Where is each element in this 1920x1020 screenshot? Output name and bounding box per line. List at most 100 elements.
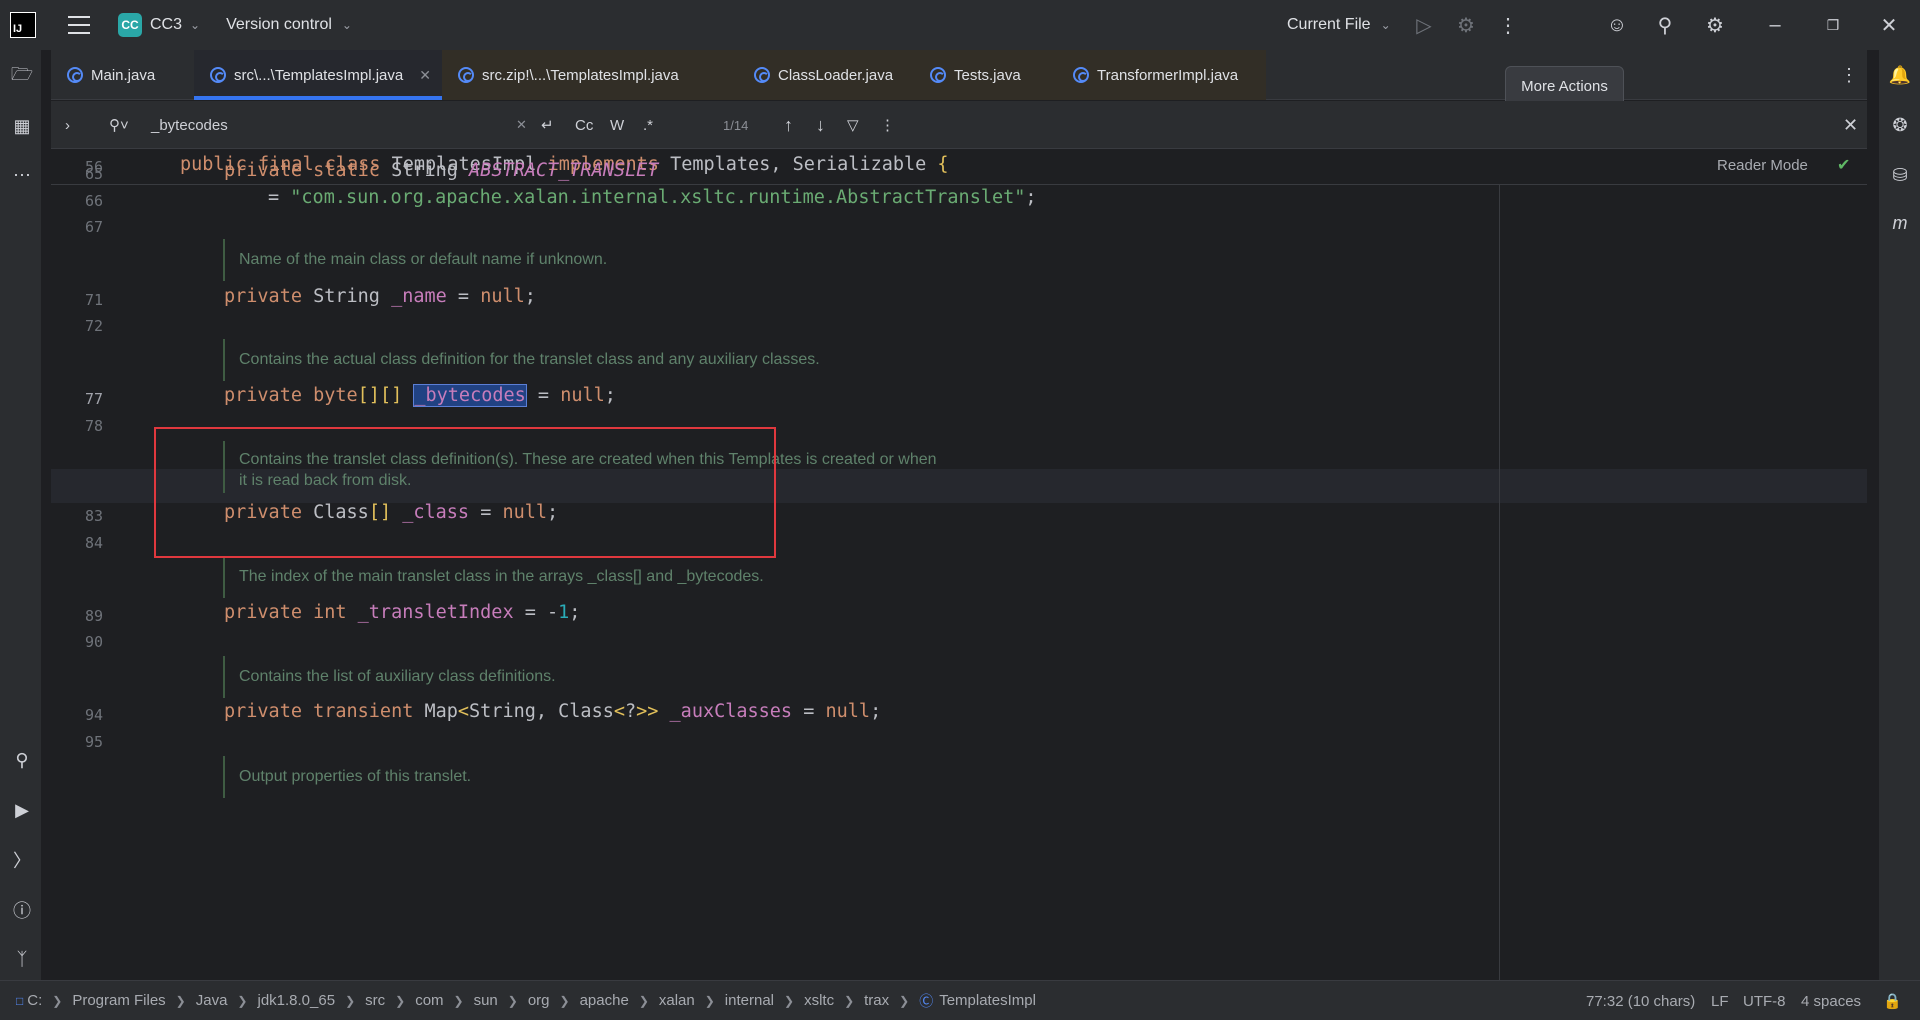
vcs-selector[interactable]: Version control ⌄	[226, 16, 352, 34]
find-input[interactable]: _bytecodes	[151, 101, 431, 149]
notifications-icon[interactable]: 🔔	[1887, 62, 1913, 88]
drive-icon: □	[16, 993, 24, 1008]
line-number: 89	[84, 607, 103, 625]
line-number: 72	[84, 317, 103, 335]
tab-label: src.zip!\...\TemplatesImpl.java	[482, 66, 679, 84]
settings-icon[interactable]: ⚙	[1702, 12, 1728, 38]
java-class-icon	[930, 67, 946, 83]
match-case-toggle[interactable]: Cc	[575, 101, 593, 149]
chevron-right-icon: ❯	[175, 993, 186, 1008]
find-more-icon[interactable]: ⋮	[880, 101, 895, 149]
breadcrumb-item[interactable]: com	[415, 992, 443, 1009]
ai-assistant-icon[interactable]: ❂	[1887, 112, 1913, 138]
more-tools-icon[interactable]: ⋯	[9, 162, 35, 188]
chevron-right-icon: ❯	[52, 993, 63, 1008]
chevron-right-icon: ❯	[345, 993, 356, 1008]
intellij-logo-icon[interactable]: IJ	[10, 12, 36, 38]
line-separator[interactable]: LF	[1711, 981, 1729, 1020]
main-menu-icon[interactable]	[68, 16, 90, 34]
next-match-icon[interactable]: ↓	[816, 101, 825, 149]
right-margin-guide	[1499, 185, 1500, 980]
chevron-right-icon: ❯	[844, 993, 855, 1008]
find-bar: › ⚲˅ _bytecodes ✕ ↵ Cc W .* 1/14 ↑ ↓ ▽ ⋮…	[51, 101, 1867, 149]
run-config-selector[interactable]: Current File ⌄	[1287, 0, 1391, 50]
debug-icon[interactable]: ⚙	[1453, 12, 1479, 38]
doc-comment: Contains the list of auxiliary class def…	[223, 656, 556, 698]
more-actions-icon[interactable]: ⋮	[1495, 12, 1521, 38]
breadcrumb-item[interactable]: trax	[864, 992, 889, 1009]
whole-words-toggle[interactable]: W	[610, 101, 624, 149]
readonly-lock-icon[interactable]: 🔒	[1883, 981, 1902, 1020]
breadcrumb-item[interactable]: org	[528, 992, 550, 1009]
maven-icon[interactable]: m	[1887, 210, 1913, 236]
expand-replace-chevron-icon[interactable]: ›	[65, 101, 70, 149]
services-icon[interactable]: ▶	[9, 797, 35, 823]
filter-icon[interactable]: ▽	[847, 101, 859, 149]
add-user-icon[interactable]: ☺	[1604, 12, 1630, 38]
code-line: = "com.sun.org.apache.xalan.internal.xsl…	[268, 187, 1037, 208]
new-line-icon[interactable]: ↵	[541, 101, 554, 149]
line-number: 84	[84, 534, 103, 552]
status-bar: □ C: ❯ Program Files ❯ Java ❯ jdk1.8.0_6…	[0, 980, 1920, 1020]
line-number: 95	[84, 733, 103, 751]
tab-label: src\...\TemplatesImpl.java	[234, 66, 404, 84]
tab-classloader[interactable]: ClassLoader.java	[728, 50, 914, 100]
highlight-annotation-box	[154, 427, 776, 558]
breadcrumb-item[interactable]: Java	[196, 992, 228, 1009]
breadcrumb-item[interactable]: C:	[27, 992, 42, 1009]
chevron-right-icon: ❯	[559, 993, 570, 1008]
chevron-right-icon: ❯	[395, 993, 406, 1008]
restore-icon[interactable]: ❐	[1820, 12, 1846, 38]
vcs-label: Version control	[226, 16, 332, 33]
tab-tests[interactable]: Tests.java	[914, 50, 1055, 100]
structure-icon[interactable]: ▦	[9, 113, 35, 139]
tab-main-java[interactable]: Main.java	[51, 50, 194, 100]
indent-setting[interactable]: 4 spaces	[1801, 981, 1861, 1020]
java-class-icon	[210, 67, 226, 83]
breadcrumb-item[interactable]: TemplatesImpl	[939, 992, 1036, 1009]
caret-position[interactable]: 77:32 (10 chars)	[1586, 981, 1695, 1020]
line-number: 94	[84, 706, 103, 724]
inspection-ok-icon[interactable]: ✔	[1837, 155, 1850, 175]
terminal-icon[interactable]: 〉	[9, 847, 35, 873]
search-history-icon[interactable]: ⚲˅	[109, 101, 129, 149]
file-encoding[interactable]: UTF-8	[1743, 981, 1786, 1020]
line-number: 83	[84, 507, 103, 525]
tabs-more-icon[interactable]: ⋮	[1837, 50, 1861, 100]
search-icon[interactable]: ⚲	[1652, 12, 1678, 38]
breadcrumb-item[interactable]: Program Files	[72, 992, 165, 1009]
minimize-icon[interactable]: –	[1762, 12, 1788, 38]
right-tool-window-bar: 🔔 ❂ ⛁ m	[1878, 50, 1920, 980]
project-folder-icon[interactable]: 🗁	[9, 64, 35, 90]
breadcrumb-item[interactable]: apache	[580, 992, 629, 1009]
code-editor[interactable]: 56 public final class TemplatesImpl impl…	[51, 149, 1867, 980]
close-icon[interactable]: ✕	[1876, 12, 1902, 38]
git-icon[interactable]: ᛉ	[9, 946, 35, 972]
breadcrumb-item[interactable]: src	[365, 992, 385, 1009]
tab-templatesimpl-src[interactable]: src\...\TemplatesImpl.java ✕	[194, 50, 442, 100]
project-selector[interactable]: CC CC3 ⌄	[118, 13, 200, 37]
find-icon[interactable]: ⚲	[9, 747, 35, 773]
java-class-icon	[1073, 67, 1089, 83]
chevron-right-icon: ❯	[784, 993, 795, 1008]
tab-transformerimpl[interactable]: TransformerImpl.java	[1055, 50, 1266, 100]
run-config-label: Current File	[1287, 16, 1371, 33]
code-line: private static String ABSTRACT_TRANSLET	[224, 160, 659, 181]
problems-icon[interactable]: ⓘ	[9, 897, 35, 923]
regex-toggle[interactable]: .*	[643, 101, 653, 149]
database-icon[interactable]: ⛁	[1887, 162, 1913, 188]
breadcrumb-item[interactable]: internal	[725, 992, 774, 1009]
previous-match-icon[interactable]: ↑	[784, 101, 793, 149]
doc-comment: Name of the main class or default name i…	[223, 239, 607, 281]
run-icon[interactable]: ▷	[1411, 12, 1437, 38]
close-find-icon[interactable]: ✕	[1843, 101, 1858, 149]
reader-mode-button[interactable]: Reader Mode	[1717, 157, 1808, 174]
tab-templatesimpl-zip[interactable]: src.zip!\...\TemplatesImpl.java	[442, 50, 728, 100]
breadcrumb-item[interactable]: xalan	[659, 992, 695, 1009]
breadcrumb-item[interactable]: xsltc	[804, 992, 834, 1009]
breadcrumb-item[interactable]: sun	[474, 992, 498, 1009]
breadcrumb-item[interactable]: jdk1.8.0_65	[257, 992, 335, 1009]
close-tab-icon[interactable]: ✕	[419, 67, 431, 84]
clear-search-icon[interactable]: ✕	[516, 101, 527, 149]
project-badge: CC	[118, 13, 142, 37]
